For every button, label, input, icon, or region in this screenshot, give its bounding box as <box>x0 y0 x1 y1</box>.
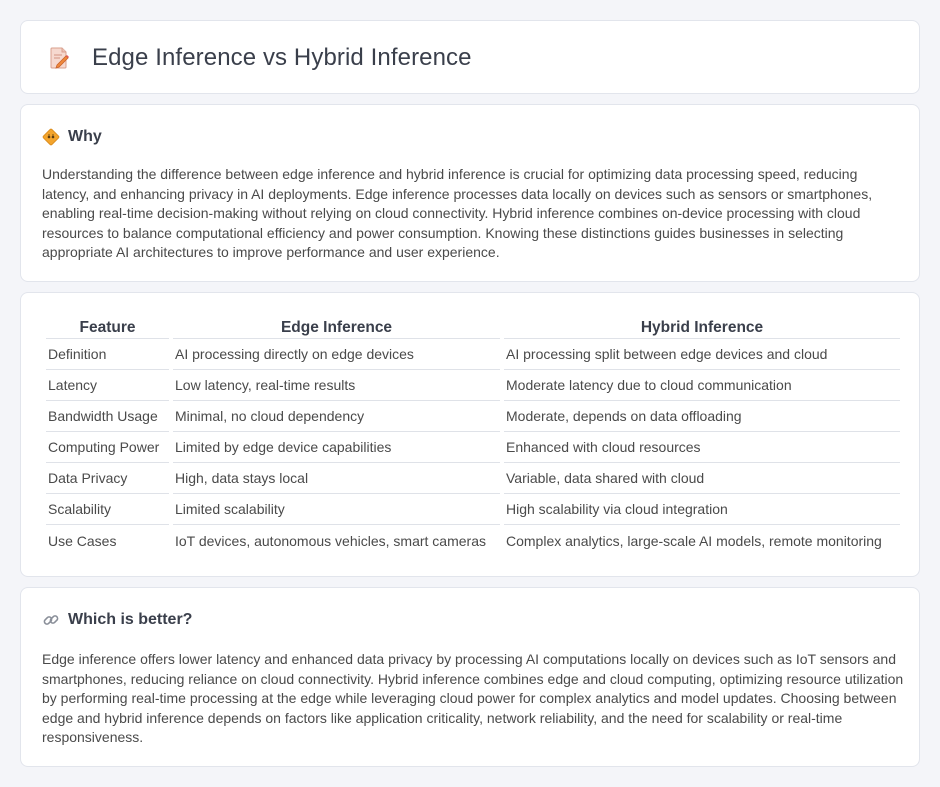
edge-cell: IoT devices, autonomous vehicles, smart … <box>175 532 486 549</box>
comparison-card: Feature Edge Inference Hybrid Inference … <box>20 292 920 577</box>
table-row: Scalability Limited scalability High sca… <box>46 494 900 525</box>
better-paragraph: Edge inference offers lower latency and … <box>42 651 904 746</box>
why-card: Why Understanding the difference between… <box>20 104 920 282</box>
better-title: Which is better? <box>68 611 193 628</box>
hybrid-cell: Complex analytics, large-scale AI models… <box>506 532 882 549</box>
why-heading: Why <box>42 128 102 146</box>
feature-cell: Latency <box>46 370 169 401</box>
page-title: Edge Inference vs Hybrid Inference <box>92 44 472 71</box>
column-header-edge: Edge Inference <box>173 315 500 339</box>
column-header-hybrid: Hybrid Inference <box>504 315 900 339</box>
link-icon <box>42 611 60 629</box>
hybrid-cell: Moderate latency due to cloud communicat… <box>504 370 900 401</box>
edge-cell: High, data stays local <box>173 463 500 494</box>
hybrid-cell: AI processing split between edge devices… <box>504 339 900 370</box>
why-paragraph: Understanding the difference between edg… <box>42 166 873 261</box>
column-header-feature: Feature <box>46 315 169 339</box>
edge-cell: Minimal, no cloud dependency <box>173 401 500 432</box>
diamond-sign-icon <box>42 128 60 146</box>
hybrid-cell: Enhanced with cloud resources <box>504 432 900 463</box>
edge-cell: Low latency, real-time results <box>173 370 500 401</box>
header-card: Edge Inference vs Hybrid Inference <box>20 20 920 94</box>
feature-cell: Computing Power <box>46 432 169 463</box>
feature-cell: Definition <box>46 339 169 370</box>
table-row: Use Cases IoT devices, autonomous vehicl… <box>46 525 900 556</box>
table-row: Latency Low latency, real-time results M… <box>46 370 900 401</box>
feature-cell: Bandwidth Usage <box>46 401 169 432</box>
page: Edge Inference vs Hybrid Inference Why U… <box>0 0 940 787</box>
table-row: Computing Power Limited by edge device c… <box>46 432 900 463</box>
feature-cell: Scalability <box>46 494 169 525</box>
document-pencil-icon <box>47 46 71 70</box>
hybrid-cell: Moderate, depends on data offloading <box>504 401 900 432</box>
edge-cell: Limited by edge device capabilities <box>173 432 500 463</box>
comparison-table: Feature Edge Inference Hybrid Inference … <box>42 315 904 556</box>
feature-cell: Use Cases <box>48 532 117 549</box>
table-row: Bandwidth Usage Minimal, no cloud depend… <box>46 401 900 432</box>
hybrid-cell: Variable, data shared with cloud <box>504 463 900 494</box>
which-is-better-card: Which is better? Edge inference offers l… <box>20 587 920 767</box>
table-header-row: Feature Edge Inference Hybrid Inference <box>46 315 900 339</box>
table-row: Definition AI processing directly on edg… <box>46 339 900 370</box>
table-row: Data Privacy High, data stays local Vari… <box>46 463 900 494</box>
better-heading: Which is better? <box>42 611 192 629</box>
feature-cell: Data Privacy <box>46 463 169 494</box>
hybrid-cell: High scalability via cloud integration <box>504 494 900 525</box>
edge-cell: AI processing directly on edge devices <box>173 339 500 370</box>
why-title: Why <box>68 128 102 145</box>
edge-cell: Limited scalability <box>173 494 500 525</box>
